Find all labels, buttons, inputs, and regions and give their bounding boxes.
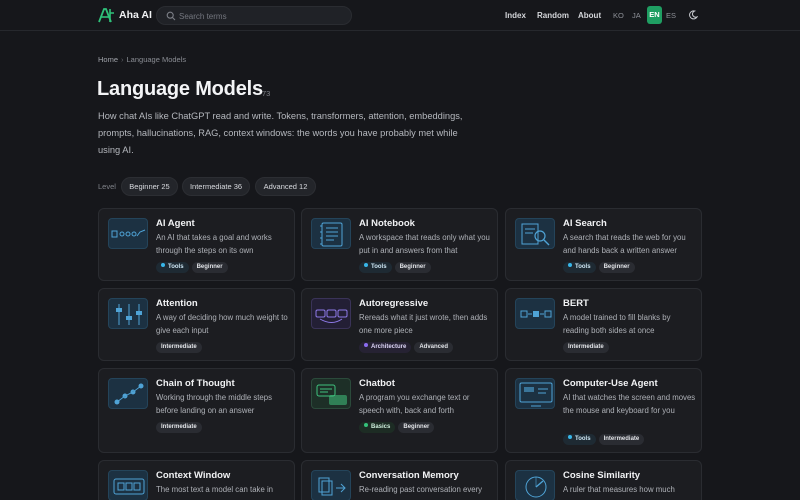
term-card-ai-search[interactable]: AI Search A search that reads the web fo… xyxy=(505,208,702,281)
card-description: A model trained to fill blanks by readin… xyxy=(563,313,671,335)
search-input[interactable] xyxy=(179,9,344,23)
category-tag: Tools xyxy=(156,262,189,273)
notebook-icon xyxy=(311,218,351,249)
top-bar: Aha AI Index Random About KO JA EN ES xyxy=(0,0,800,31)
card-description: Re-reading past conversation every xyxy=(359,485,483,494)
lang-en-button[interactable]: EN xyxy=(647,6,662,24)
category-tag: Architecture xyxy=(359,342,412,353)
category-tag: Tools xyxy=(563,434,596,445)
card-tags: Tools Beginner xyxy=(563,262,635,273)
page-title: Language Models xyxy=(97,78,263,100)
card-tags: Basics Beginner xyxy=(359,422,435,433)
chat-icon xyxy=(311,378,351,409)
category-tag: Tools xyxy=(359,262,392,273)
level-chip-beginner[interactable]: Beginner 25 xyxy=(121,177,178,196)
level-tag: Intermediate xyxy=(156,342,202,353)
sequence-icon xyxy=(311,298,351,329)
brand-name: Aha AI xyxy=(119,9,152,21)
nav-index-link[interactable]: Index xyxy=(505,11,526,20)
card-tags: Intermediate xyxy=(156,342,202,353)
card-description: Working through the middle steps before … xyxy=(156,393,273,415)
card-title: Chain of Thought xyxy=(156,378,235,389)
sliders-icon xyxy=(108,298,148,329)
card-title: Context Window xyxy=(156,470,231,481)
term-card-bert[interactable]: BERT A model trained to fill blanks by r… xyxy=(505,288,702,361)
card-title: Cosine Similarity xyxy=(563,470,641,481)
level-tag: Beginner xyxy=(398,422,435,433)
search-box[interactable] xyxy=(156,6,352,25)
level-tag: Intermediate xyxy=(563,342,609,353)
card-description: A program you exchange text or speech wi… xyxy=(359,393,470,415)
term-card-computer-use-agent[interactable]: Computer-Use Agent AI that watches the s… xyxy=(505,368,702,453)
term-card-ai-notebook[interactable]: AI Notebook A workspace that reads only … xyxy=(301,208,498,281)
card-title: AI Notebook xyxy=(359,218,415,229)
lang-es-button[interactable]: ES xyxy=(666,11,676,20)
card-title: Chatbot xyxy=(359,378,395,389)
search-doc-icon xyxy=(515,218,555,249)
lang-ko-button[interactable]: KO xyxy=(613,11,624,20)
card-description: Rereads what it just wrote, then adds on… xyxy=(359,313,488,335)
moon-icon[interactable] xyxy=(688,10,698,20)
level-tag: Beginner xyxy=(191,262,228,273)
gauge-icon xyxy=(515,470,555,500)
card-title: Autoregressive xyxy=(359,298,429,309)
term-card-attention[interactable]: Attention A way of deciding how much wei… xyxy=(98,288,295,361)
term-card-cosine-similarity[interactable]: Cosine Similarity A ruler that measures … xyxy=(505,460,702,500)
term-card-chatbot[interactable]: Chatbot A program you exchange text or s… xyxy=(301,368,498,453)
card-title: BERT xyxy=(563,298,589,309)
brand-link[interactable]: Aha AI xyxy=(98,7,152,23)
screen-icon xyxy=(515,378,555,409)
nav-random-link[interactable]: Random xyxy=(537,11,569,20)
bidirectional-icon xyxy=(515,298,555,329)
level-tag: Beginner xyxy=(394,262,431,273)
card-description: The most text a model can take in xyxy=(156,485,274,494)
lang-ja-button[interactable]: JA xyxy=(632,11,641,20)
card-title: Attention xyxy=(156,298,198,309)
term-card-autoregressive[interactable]: Autoregressive Rereads what it just wrot… xyxy=(301,288,498,361)
card-tags: Intermediate xyxy=(563,342,609,353)
card-description: AI that watches the screen and moves the… xyxy=(563,393,696,415)
level-filter-label: Level xyxy=(98,182,116,191)
card-description: A ruler that measures how much xyxy=(563,485,675,494)
logo-icon xyxy=(98,8,114,23)
breadcrumb-home-link[interactable]: Home xyxy=(98,55,118,64)
card-title: AI Search xyxy=(563,218,607,229)
card-title: Conversation Memory xyxy=(359,470,459,481)
breadcrumb: Home › Language Models xyxy=(98,55,186,64)
level-tag: Advanced xyxy=(414,342,454,353)
level-chip-advanced[interactable]: Advanced 12 xyxy=(255,177,316,196)
card-title: Computer-Use Agent xyxy=(563,378,658,389)
term-card-chain-of-thought[interactable]: Chain of Thought Working through the mid… xyxy=(98,368,295,453)
level-tag: Intermediate xyxy=(156,422,202,433)
chain-icon xyxy=(108,378,148,409)
category-tag: Tools xyxy=(563,262,596,273)
memory-icon xyxy=(311,470,351,500)
card-tags: Intermediate xyxy=(156,422,202,433)
level-tag: Intermediate xyxy=(598,434,645,445)
card-description: An AI that takes a goal and works throug… xyxy=(156,233,272,255)
card-tags: Tools Intermediate xyxy=(563,434,645,445)
level-chip-intermediate[interactable]: Intermediate 36 xyxy=(182,177,250,196)
card-description: A way of deciding how much weight to giv… xyxy=(156,313,288,335)
card-description: A search that reads the web for you and … xyxy=(563,233,686,255)
term-card-context-window[interactable]: Context Window The most text a model can… xyxy=(98,460,295,500)
nav-about-link[interactable]: About xyxy=(578,11,601,20)
agent-icon xyxy=(108,218,148,249)
term-card-conversation-memory[interactable]: Conversation Memory Re-reading past conv… xyxy=(301,460,498,500)
level-tag: Beginner xyxy=(598,262,635,273)
card-title: AI Agent xyxy=(156,218,195,229)
search-icon xyxy=(166,11,176,21)
card-description: A workspace that reads only what you put… xyxy=(359,233,490,255)
term-card-ai-agent[interactable]: AI Agent An AI that takes a goal and wor… xyxy=(98,208,295,281)
card-tags: Tools Beginner xyxy=(359,262,431,273)
window-icon xyxy=(108,470,148,500)
category-tag: Basics xyxy=(359,422,396,433)
term-count: 73 xyxy=(262,89,271,98)
card-tags: Architecture Advanced xyxy=(359,342,454,353)
page-intro: How chat AIs like ChatGPT read and write… xyxy=(98,111,463,155)
card-tags: Tools Beginner xyxy=(156,262,228,273)
breadcrumb-separator: › xyxy=(121,55,124,64)
breadcrumb-current: Language Models xyxy=(126,55,187,64)
